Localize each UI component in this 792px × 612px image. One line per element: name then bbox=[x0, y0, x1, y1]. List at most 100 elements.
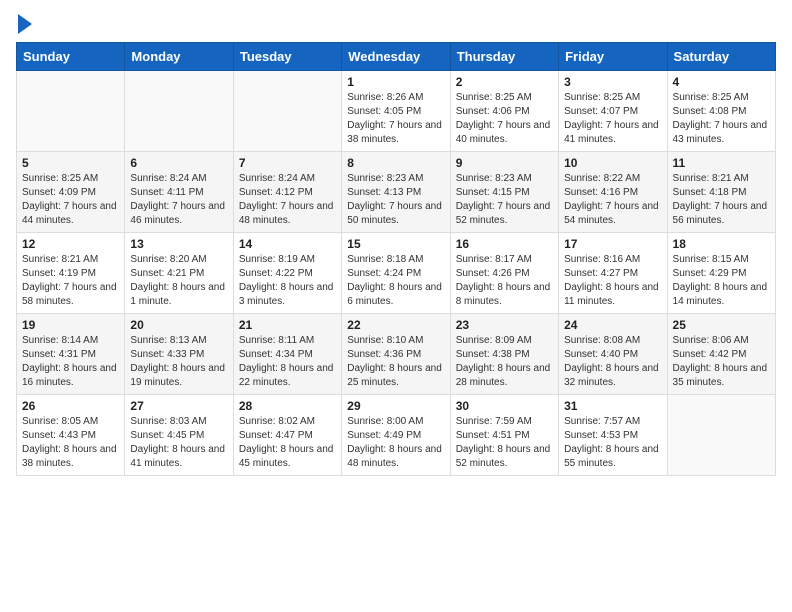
day-info: Sunrise: 8:06 AM Sunset: 4:42 PM Dayligh… bbox=[673, 334, 770, 390]
day-number: 1 bbox=[347, 75, 444, 89]
day-info: Sunrise: 8:14 AM Sunset: 4:31 PM Dayligh… bbox=[22, 334, 119, 390]
day-number: 3 bbox=[564, 75, 661, 89]
day-number: 24 bbox=[564, 318, 661, 332]
calendar-cell: 26 Sunrise: 8:05 AM Sunset: 4:43 PM Dayli… bbox=[17, 395, 125, 476]
calendar-cell: 11Sunrise: 8:21 AM Sunset: 4:18 PM Dayli… bbox=[667, 152, 775, 233]
day-number: 15 bbox=[347, 237, 444, 251]
logo bbox=[16, 16, 32, 34]
day-number: 16 bbox=[456, 237, 553, 251]
calendar-week-3: 12 Sunrise: 8:21 AM Sunset: 4:19 PM Dayli… bbox=[17, 233, 776, 314]
weekday-header-saturday: Saturday bbox=[667, 43, 775, 71]
day-info: Sunrise: 8:26 AM Sunset: 4:05 PM Dayligh… bbox=[347, 91, 444, 147]
calendar-cell: 31 Sunrise: 7:57 AM Sunset: 4:53 PM Dayli… bbox=[559, 395, 667, 476]
day-info: Sunrise: 8:13 AM Sunset: 4:33 PM Dayligh… bbox=[130, 334, 227, 390]
day-number: 18 bbox=[673, 237, 770, 251]
page-header bbox=[16, 16, 776, 34]
calendar-cell: 6Sunrise: 8:24 AM Sunset: 4:11 PM Daylig… bbox=[125, 152, 233, 233]
calendar-cell: 27 Sunrise: 8:03 AM Sunset: 4:45 PM Dayli… bbox=[125, 395, 233, 476]
calendar-cell: 9 Sunrise: 8:23 AM Sunset: 4:15 PM Daylig… bbox=[450, 152, 558, 233]
calendar-cell: 1 Sunrise: 8:26 AM Sunset: 4:05 PM Daylig… bbox=[342, 71, 450, 152]
day-info: Sunrise: 8:15 AM Sunset: 4:29 PM Dayligh… bbox=[673, 253, 770, 309]
day-info: Sunrise: 8:24 AM Sunset: 4:12 PM Dayligh… bbox=[239, 172, 336, 228]
day-info: Sunrise: 7:57 AM Sunset: 4:53 PM Dayligh… bbox=[564, 415, 661, 471]
calendar-week-2: 5 Sunrise: 8:25 AM Sunset: 4:09 PM Daylig… bbox=[17, 152, 776, 233]
day-info: Sunrise: 8:23 AM Sunset: 4:15 PM Dayligh… bbox=[456, 172, 553, 228]
day-number: 12 bbox=[22, 237, 119, 251]
day-number: 27 bbox=[130, 399, 227, 413]
calendar-cell: 15 Sunrise: 8:18 AM Sunset: 4:24 PM Dayli… bbox=[342, 233, 450, 314]
day-info: Sunrise: 8:09 AM Sunset: 4:38 PM Dayligh… bbox=[456, 334, 553, 390]
calendar-week-5: 26 Sunrise: 8:05 AM Sunset: 4:43 PM Dayli… bbox=[17, 395, 776, 476]
day-info: Sunrise: 8:25 AM Sunset: 4:08 PM Dayligh… bbox=[673, 91, 770, 147]
weekday-header-wednesday: Wednesday bbox=[342, 43, 450, 71]
day-info: Sunrise: 8:20 AM Sunset: 4:21 PM Dayligh… bbox=[130, 253, 227, 309]
calendar-cell: 28Sunrise: 8:02 AM Sunset: 4:47 PM Dayli… bbox=[233, 395, 341, 476]
day-info: Sunrise: 8:17 AM Sunset: 4:26 PM Dayligh… bbox=[456, 253, 553, 309]
day-info: Sunrise: 8:21 AM Sunset: 4:18 PM Dayligh… bbox=[673, 172, 770, 228]
day-number: 30 bbox=[456, 399, 553, 413]
day-number: 31 bbox=[564, 399, 661, 413]
day-number: 4 bbox=[673, 75, 770, 89]
calendar-cell: 18 Sunrise: 8:15 AM Sunset: 4:29 PM Dayli… bbox=[667, 233, 775, 314]
day-number: 2 bbox=[456, 75, 553, 89]
day-info: Sunrise: 8:19 AM Sunset: 4:22 PM Dayligh… bbox=[239, 253, 336, 309]
calendar-week-1: 1 Sunrise: 8:26 AM Sunset: 4:05 PM Daylig… bbox=[17, 71, 776, 152]
calendar-cell: 7 Sunrise: 8:24 AM Sunset: 4:12 PM Daylig… bbox=[233, 152, 341, 233]
calendar-cell: 30 Sunrise: 7:59 AM Sunset: 4:51 PM Dayli… bbox=[450, 395, 558, 476]
calendar-header-row: SundayMondayTuesdayWednesdayThursdayFrid… bbox=[17, 43, 776, 71]
weekday-header-friday: Friday bbox=[559, 43, 667, 71]
calendar-cell: 14 Sunrise: 8:19 AM Sunset: 4:22 PM Dayli… bbox=[233, 233, 341, 314]
day-number: 26 bbox=[22, 399, 119, 413]
calendar-cell: 25 Sunrise: 8:06 AM Sunset: 4:42 PM Dayli… bbox=[667, 314, 775, 395]
calendar-cell: 12 Sunrise: 8:21 AM Sunset: 4:19 PM Dayli… bbox=[17, 233, 125, 314]
day-number: 20 bbox=[130, 318, 227, 332]
day-info: Sunrise: 8:03 AM Sunset: 4:45 PM Dayligh… bbox=[130, 415, 227, 471]
day-info: Sunrise: 8:11 AM Sunset: 4:34 PM Dayligh… bbox=[239, 334, 336, 390]
day-info: Sunrise: 8:22 AM Sunset: 4:16 PM Dayligh… bbox=[564, 172, 661, 228]
calendar-cell: 5 Sunrise: 8:25 AM Sunset: 4:09 PM Daylig… bbox=[17, 152, 125, 233]
day-number: 21 bbox=[239, 318, 336, 332]
calendar-cell: 17Sunrise: 8:16 AM Sunset: 4:27 PM Dayli… bbox=[559, 233, 667, 314]
day-info: Sunrise: 7:59 AM Sunset: 4:51 PM Dayligh… bbox=[456, 415, 553, 471]
day-info: Sunrise: 8:24 AM Sunset: 4:11 PM Dayligh… bbox=[130, 172, 227, 228]
weekday-header-monday: Monday bbox=[125, 43, 233, 71]
calendar-cell: 19 Sunrise: 8:14 AM Sunset: 4:31 PM Dayli… bbox=[17, 314, 125, 395]
day-info: Sunrise: 8:21 AM Sunset: 4:19 PM Dayligh… bbox=[22, 253, 119, 309]
calendar-cell bbox=[233, 71, 341, 152]
calendar-cell: 20 Sunrise: 8:13 AM Sunset: 4:33 PM Dayli… bbox=[125, 314, 233, 395]
calendar-cell: 16 Sunrise: 8:17 AM Sunset: 4:26 PM Dayli… bbox=[450, 233, 558, 314]
day-number: 8 bbox=[347, 156, 444, 170]
calendar-cell: 21 Sunrise: 8:11 AM Sunset: 4:34 PM Dayli… bbox=[233, 314, 341, 395]
calendar-table: SundayMondayTuesdayWednesdayThursdayFrid… bbox=[16, 42, 776, 476]
calendar-cell: 13 Sunrise: 8:20 AM Sunset: 4:21 PM Dayli… bbox=[125, 233, 233, 314]
day-number: 14 bbox=[239, 237, 336, 251]
day-info: Sunrise: 8:05 AM Sunset: 4:43 PM Dayligh… bbox=[22, 415, 119, 471]
calendar-cell: 24 Sunrise: 8:08 AM Sunset: 4:40 PM Dayli… bbox=[559, 314, 667, 395]
day-number: 7 bbox=[239, 156, 336, 170]
day-number: 13 bbox=[130, 237, 227, 251]
day-number: 5 bbox=[22, 156, 119, 170]
day-info: Sunrise: 8:18 AM Sunset: 4:24 PM Dayligh… bbox=[347, 253, 444, 309]
calendar-week-4: 19 Sunrise: 8:14 AM Sunset: 4:31 PM Dayli… bbox=[17, 314, 776, 395]
day-number: 29 bbox=[347, 399, 444, 413]
calendar-cell bbox=[667, 395, 775, 476]
weekday-header-tuesday: Tuesday bbox=[233, 43, 341, 71]
day-number: 9 bbox=[456, 156, 553, 170]
day-number: 25 bbox=[673, 318, 770, 332]
day-number: 19 bbox=[22, 318, 119, 332]
day-info: Sunrise: 8:25 AM Sunset: 4:09 PM Dayligh… bbox=[22, 172, 119, 228]
weekday-header-sunday: Sunday bbox=[17, 43, 125, 71]
day-info: Sunrise: 8:08 AM Sunset: 4:40 PM Dayligh… bbox=[564, 334, 661, 390]
day-number: 23 bbox=[456, 318, 553, 332]
calendar-cell bbox=[125, 71, 233, 152]
day-info: Sunrise: 8:25 AM Sunset: 4:06 PM Dayligh… bbox=[456, 91, 553, 147]
day-info: Sunrise: 8:02 AM Sunset: 4:47 PM Dayligh… bbox=[239, 415, 336, 471]
day-number: 22 bbox=[347, 318, 444, 332]
calendar-cell: 29Sunrise: 8:00 AM Sunset: 4:49 PM Dayli… bbox=[342, 395, 450, 476]
calendar-cell bbox=[17, 71, 125, 152]
day-info: Sunrise: 8:23 AM Sunset: 4:13 PM Dayligh… bbox=[347, 172, 444, 228]
logo-arrow-icon bbox=[18, 14, 32, 34]
day-number: 10 bbox=[564, 156, 661, 170]
weekday-header-thursday: Thursday bbox=[450, 43, 558, 71]
calendar-cell: 10 Sunrise: 8:22 AM Sunset: 4:16 PM Dayli… bbox=[559, 152, 667, 233]
